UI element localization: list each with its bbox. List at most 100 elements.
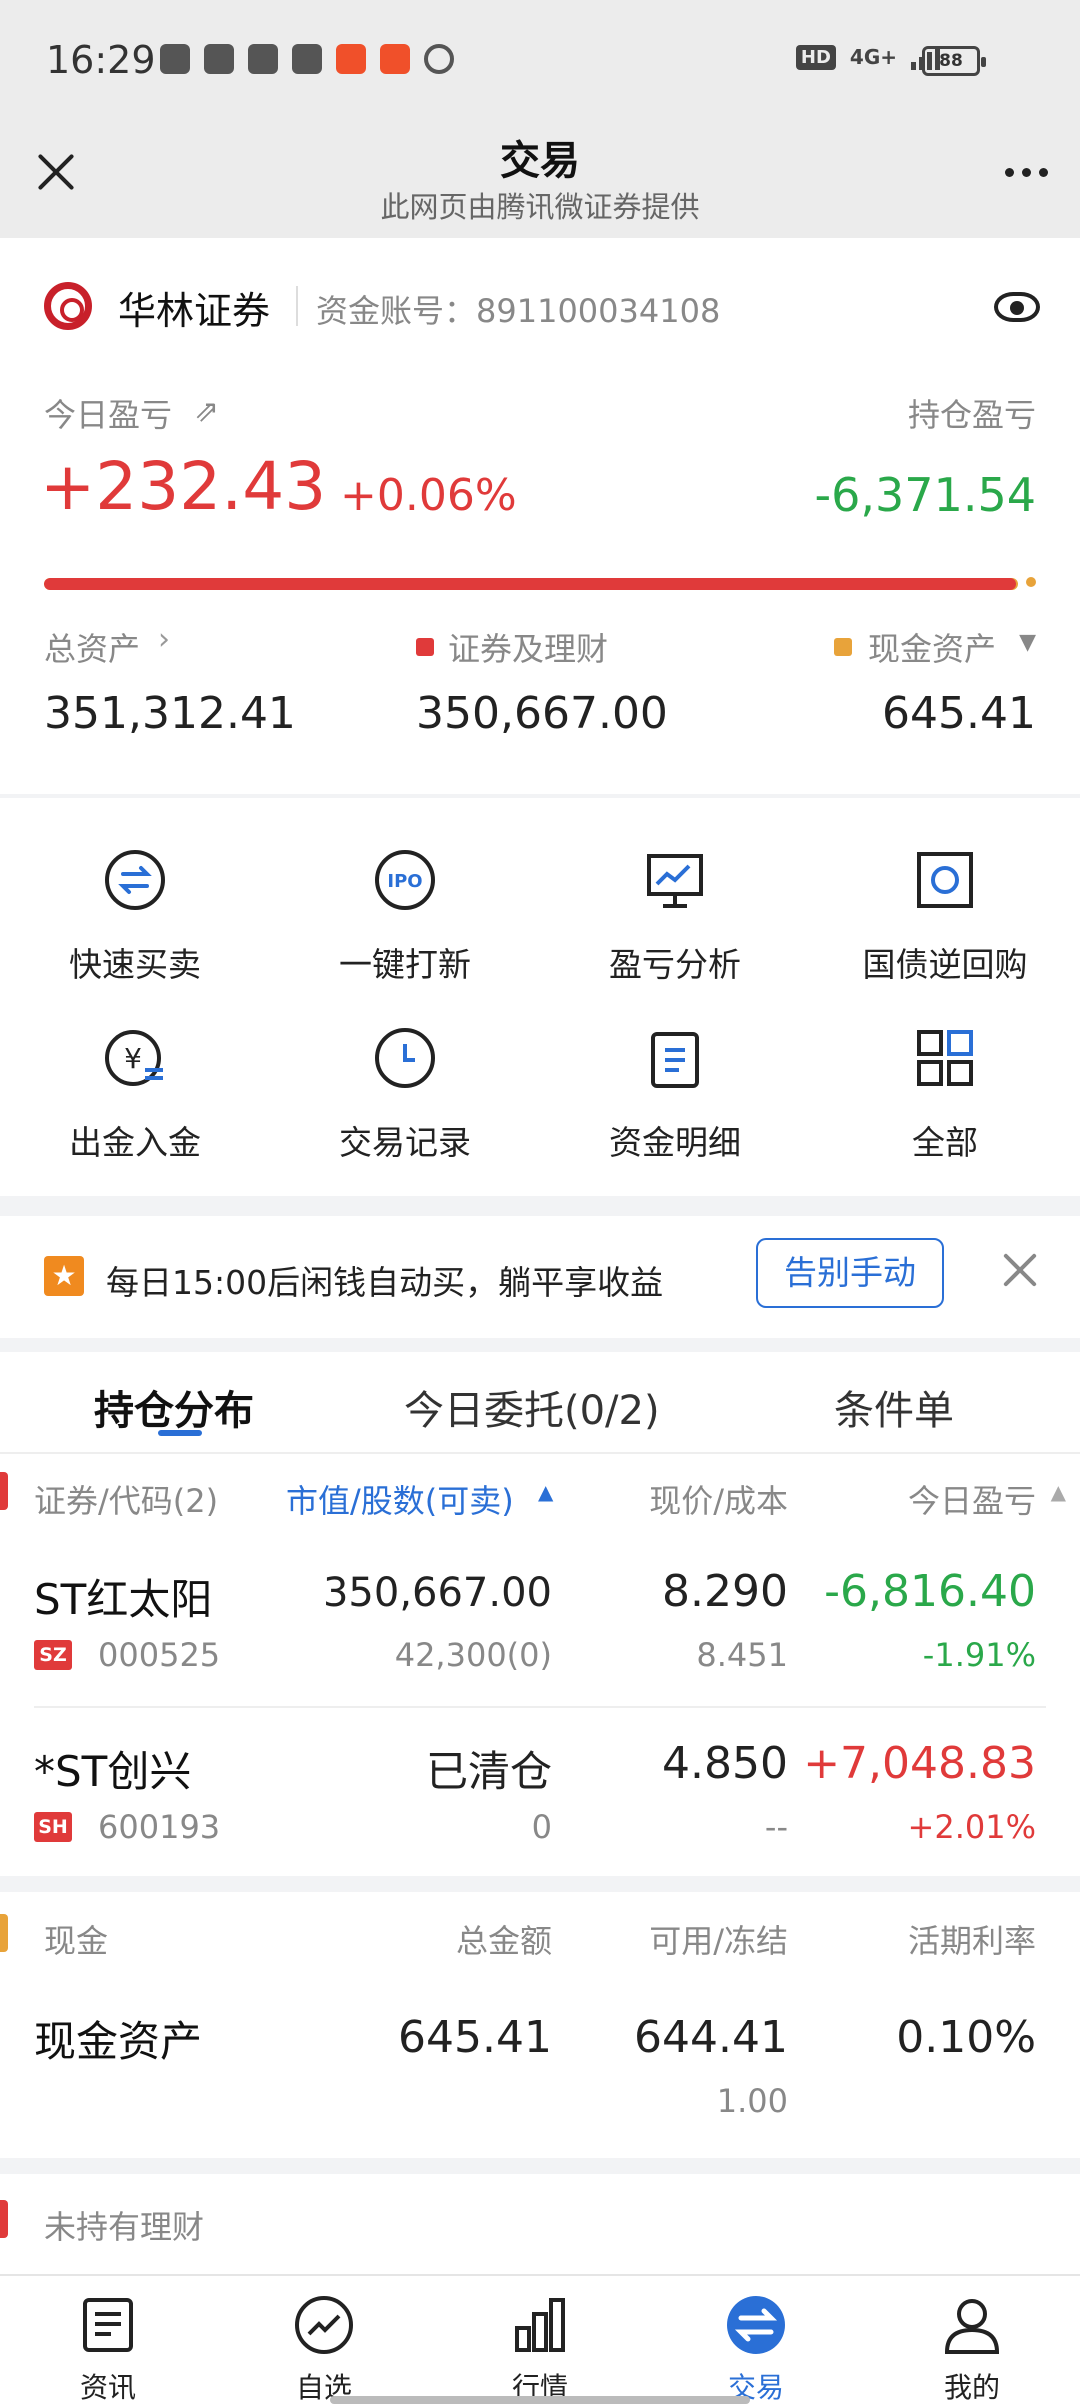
divider [34, 1706, 1046, 1708]
cash-ratio-dot [1026, 577, 1036, 587]
close-icon[interactable] [998, 1248, 1042, 1292]
sort-icon[interactable]: ▲ [538, 1480, 553, 1504]
col-interest-rate: 活期利率 [907, 1922, 1036, 1960]
share-icon[interactable]: ⇗ [194, 394, 219, 429]
action-label: 资金明细 [609, 1123, 741, 1162]
more-icon[interactable] [1005, 168, 1048, 177]
market-value: 已清仓 [425, 1747, 552, 1796]
divider [296, 286, 298, 326]
no-wealth-label: 未持有理财 [44, 2208, 205, 2246]
page-title: 交易 [500, 138, 580, 184]
col-today-pnl[interactable]: 今日盈亏 [908, 1476, 1036, 1522]
section-marker [0, 1472, 8, 1510]
today-pnl-percent: +0.06% [340, 470, 517, 521]
action-fund-transfer[interactable]: ¥ 出金入金 [0, 1026, 270, 1164]
app-notification-icon [336, 44, 366, 74]
eye-icon[interactable] [994, 292, 1040, 322]
chevron-right-icon[interactable]: › [158, 622, 170, 657]
tab-today-orders[interactable]: 今日委托(0/2) [404, 1378, 660, 1436]
cash-assets-label[interactable]: 现金资产 [868, 624, 996, 670]
cash-panel: 现金 总金额 可用/冻结 活期利率 现金资产 645.41 644.41 1.0… [0, 1892, 1080, 2158]
cash-total: 645.41 [398, 2012, 552, 2063]
action-all[interactable]: 全部 [810, 1026, 1080, 1164]
sort-icon[interactable]: ▲ [1051, 1480, 1066, 1504]
section-marker [0, 2200, 8, 2238]
col-value-shares[interactable]: 市值/股数(可卖) [286, 1476, 514, 1522]
app-notification-icon [380, 44, 410, 74]
today-pnl-value: +232.43 [40, 448, 327, 525]
cash-row-name: 现金资产 [34, 2017, 203, 2066]
tab-indicator [158, 1430, 202, 1436]
nav-profile[interactable]: 我的 [864, 2294, 1080, 2406]
wealth-panel: 未持有理财 [0, 2174, 1080, 2274]
news-icon [83, 2298, 133, 2352]
securities-value: 350,667.00 [416, 688, 668, 739]
promo-banner: ★ 每日15:00后闲钱自动买，躺平享收益 告别手动 [0, 1216, 1080, 1338]
page-subtitle: 此网页由腾讯微证券提供 [380, 190, 700, 224]
status-bar: 16:29 HD 4G+ 88 [0, 0, 1080, 120]
total-assets-label[interactable]: 总资产 [44, 624, 140, 670]
action-quick-trade[interactable]: 快速买卖 [0, 848, 270, 986]
ipo-icon: IPO [375, 850, 435, 910]
reverse-repo-icon [917, 852, 973, 908]
bottom-nav: 资讯 自选 行情 交易 我的 [0, 2274, 1080, 2408]
security-code: 600193 [98, 1808, 221, 1846]
cash-assets-value: 645.41 [882, 688, 1036, 739]
tab-conditional-orders[interactable]: 条件单 [834, 1378, 954, 1436]
nav-market[interactable]: 行情 [432, 2294, 648, 2406]
action-reverse-repo[interactable]: 国债逆回购 [810, 848, 1080, 986]
security-code: 000525 [98, 1636, 221, 1674]
tab-positions[interactable]: 持仓分布 [94, 1378, 254, 1436]
security-name: ST红太阳 [34, 1575, 213, 1624]
fund-transfer-icon: ¥ [105, 1030, 163, 1086]
cost-price: 8.451 [696, 1636, 788, 1674]
action-label: 快速买卖 [69, 945, 201, 984]
interest-rate: 0.10% [896, 2012, 1036, 2063]
broker-logo [44, 282, 92, 330]
account-card: 华林证券 资金账号：891100034108 今日盈亏 ⇗ 持仓盈亏 +232.… [0, 238, 1080, 794]
position-pnl-label: 持仓盈亏 [907, 396, 1036, 434]
section-marker [0, 1914, 8, 1952]
market-icon [515, 2298, 565, 2352]
action-ipo[interactable]: IPO 一键打新 [270, 848, 540, 986]
telegram-icon [248, 44, 278, 74]
status-right: HD 4G+ [795, 44, 940, 70]
status-time: 16:29 [46, 38, 156, 82]
current-price: 8.290 [662, 1566, 788, 1617]
app-notification-icon [160, 44, 190, 74]
divider [0, 1452, 1080, 1454]
nav-trade[interactable]: 交易 [648, 2294, 864, 2406]
card-icon [292, 44, 322, 74]
promo-button[interactable]: 告别手动 [756, 1238, 944, 1308]
nav-watchlist[interactable]: 自选 [216, 2294, 432, 2406]
trade-icon [727, 2296, 785, 2354]
all-grid-icon [917, 1030, 973, 1086]
cash-legend-dot [834, 638, 852, 656]
chevron-down-icon[interactable]: ▼ [1019, 630, 1036, 655]
action-label: 国债逆回购 [862, 945, 1028, 984]
securities-label: 证券及理财 [448, 630, 609, 668]
action-trade-history[interactable]: 交易记录 [270, 1026, 540, 1164]
nav-label: 我的 [943, 2371, 1000, 2404]
holdings-panel: 持仓分布 今日委托(0/2) 条件单 证券/代码(2) 市值/股数(可卖) ▲ … [0, 1352, 1080, 1876]
cash-title: 现金 [44, 1922, 109, 1960]
action-fund-details[interactable]: 资金明细 [540, 1026, 810, 1164]
action-label: 盈亏分析 [609, 945, 741, 984]
cash-frozen: 1.00 [716, 2082, 788, 2120]
promo-text: 每日15:00后闲钱自动买，躺平享收益 [106, 1263, 664, 1302]
page-header: 交易 此网页由腾讯微证券提供 [0, 120, 1080, 238]
action-pnl-analysis[interactable]: 盈亏分析 [540, 848, 810, 986]
col-total: 总金额 [455, 1922, 552, 1960]
account-number: 资金账号：891100034108 [316, 292, 721, 330]
shares: 42,300(0) [394, 1636, 552, 1674]
action-label: 全部 [912, 1123, 978, 1162]
action-label: 交易记录 [339, 1123, 471, 1162]
current-price: 4.850 [662, 1738, 788, 1789]
nav-news[interactable]: 资讯 [0, 2294, 216, 2406]
notification-icons [160, 44, 454, 74]
securities-ratio-fill [44, 578, 1017, 590]
quick-trade-icon [105, 850, 165, 910]
market-value: 350,667.00 [322, 1570, 552, 1616]
today-pnl: +7,048.83 [803, 1738, 1036, 1789]
battery-icon: 88 [922, 46, 986, 76]
